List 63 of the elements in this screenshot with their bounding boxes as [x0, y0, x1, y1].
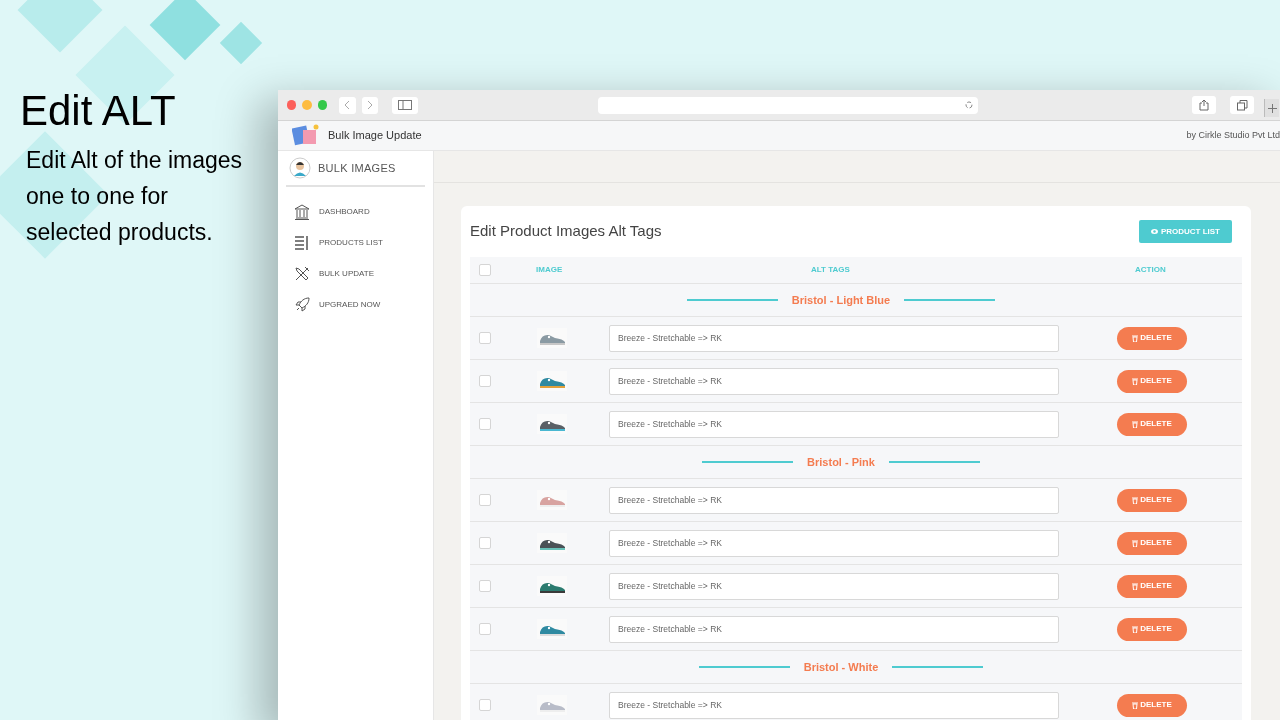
- chevron-left-icon: [343, 100, 352, 110]
- sidebar-item[interactable]: DASHBOARD: [294, 204, 433, 220]
- bank-icon: [294, 204, 310, 220]
- alt-text-field[interactable]: Breeze - Stretchable => RK: [609, 367, 1059, 395]
- group-heading: Bristol - Light Blue: [791, 292, 891, 308]
- maximize-icon[interactable]: [317, 100, 327, 110]
- sidebar-item[interactable]: BULK UPDATE: [294, 266, 433, 282]
- list-icon: [294, 235, 310, 251]
- tools-icon: [294, 266, 310, 282]
- app-title: Bulk Image Update: [328, 128, 422, 144]
- credit-text: by Cirkle Studio Pvt Ltd: [1186, 128, 1280, 142]
- trash-icon: [1132, 377, 1139, 385]
- alt-text-field[interactable]: Breeze - Stretchable => RK: [609, 615, 1059, 643]
- alt-text-field[interactable]: Breeze - Stretchable => RK: [609, 324, 1059, 352]
- trash-icon: [1132, 420, 1139, 428]
- reload-icon[interactable]: [964, 101, 973, 109]
- row-checkbox[interactable]: [479, 699, 491, 711]
- sidebar-toggle-button[interactable]: [392, 96, 419, 114]
- tabs-icon: [1236, 99, 1248, 111]
- minimize-icon[interactable]: [302, 100, 312, 110]
- row-checkbox[interactable]: [479, 375, 491, 387]
- trash-icon: [1132, 582, 1139, 590]
- alt-text-field[interactable]: Breeze - Stretchable => RK: [609, 410, 1059, 438]
- row-checkbox[interactable]: [479, 494, 491, 506]
- chevron-right-icon: [365, 100, 374, 110]
- trash-icon: [1132, 625, 1139, 633]
- share-button[interactable]: [1191, 96, 1216, 114]
- sidebar-brand: BULK IMAGES: [318, 160, 396, 176]
- new-tab-button[interactable]: [1264, 99, 1279, 117]
- group-heading: Bristol - Pink: [807, 454, 875, 470]
- alt-text-field[interactable]: Breeze - Stretchable => RK: [609, 486, 1059, 514]
- trash-icon: [1132, 334, 1139, 342]
- promo-description: Edit Alt of the images one to one for selected products.: [26, 145, 244, 247]
- row-checkbox[interactable]: [479, 537, 491, 549]
- sidebar-item[interactable]: UPGRAED NOW: [294, 297, 433, 313]
- group-heading: Bristol - White: [803, 659, 879, 675]
- share-icon: [1198, 99, 1209, 111]
- alt-text-field[interactable]: Breeze - Stretchable => RK: [609, 529, 1059, 557]
- alt-text-field[interactable]: Breeze - Stretchable => RK: [609, 691, 1059, 719]
- trash-icon: [1132, 496, 1139, 504]
- row-checkbox[interactable]: [479, 418, 491, 430]
- plus-icon: [1267, 103, 1277, 113]
- back-button[interactable]: [338, 96, 356, 114]
- sidebar-item[interactable]: PRODUCTS LIST: [294, 235, 433, 251]
- trash-icon: [1132, 539, 1139, 547]
- column-header: ALT TAGS: [811, 264, 851, 276]
- column-header: ACTION: [1135, 264, 1167, 276]
- promo-title: Edit ALT: [20, 86, 177, 136]
- sidebar-icon: [398, 100, 413, 110]
- alt-text-field[interactable]: Breeze - Stretchable => RK: [609, 572, 1059, 600]
- forward-button[interactable]: [361, 96, 379, 114]
- rocket-icon: [294, 297, 310, 313]
- select-all-checkbox[interactable]: [479, 264, 491, 276]
- avatar-icon: [289, 157, 311, 179]
- eye-icon: [1150, 229, 1158, 234]
- column-header: IMAGE: [536, 264, 564, 276]
- card-title: Edit Product Images Alt Tags: [470, 221, 662, 242]
- tabs-button[interactable]: [1230, 96, 1255, 114]
- row-checkbox[interactable]: [479, 332, 491, 344]
- row-checkbox[interactable]: [479, 580, 491, 592]
- row-checkbox[interactable]: [479, 623, 491, 635]
- trash-icon: [1132, 701, 1139, 709]
- close-icon[interactable]: [287, 100, 297, 110]
